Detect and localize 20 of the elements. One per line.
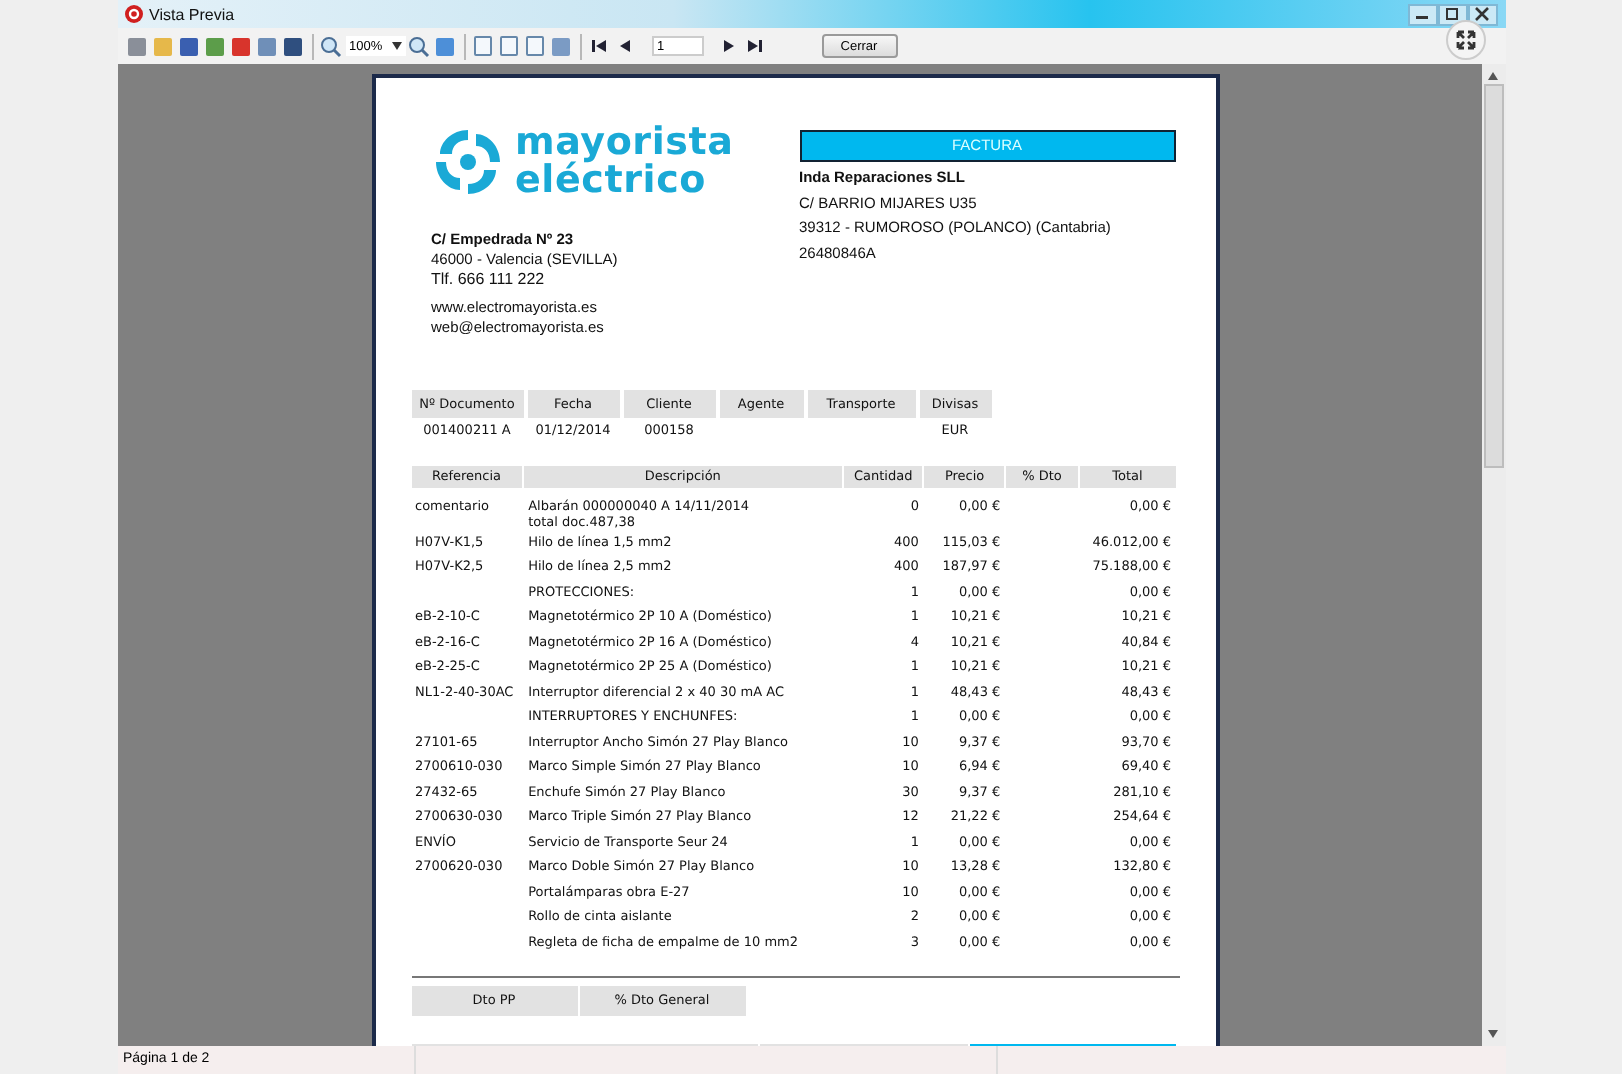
close-button[interactable] bbox=[1467, 3, 1497, 25]
window-title: Vista Previa bbox=[149, 5, 235, 23]
maximize-button[interactable] bbox=[1437, 3, 1467, 25]
logo-text: mayorista bbox=[515, 124, 734, 162]
two-pages-icon[interactable] bbox=[497, 32, 521, 60]
scroll-up-icon[interactable] bbox=[1488, 72, 1498, 80]
dropdown-caret-icon bbox=[391, 42, 401, 50]
company-phone: Tlf. 666 111 222 bbox=[431, 270, 547, 290]
zoom-out-icon[interactable] bbox=[407, 32, 431, 60]
close-icon bbox=[1474, 6, 1490, 22]
maximize-icon bbox=[1444, 6, 1460, 22]
logo-text: eléctrico bbox=[515, 162, 707, 200]
scroll-down-icon[interactable] bbox=[1488, 1030, 1498, 1038]
book-icon[interactable] bbox=[523, 32, 547, 60]
vertical-scrollbar[interactable] bbox=[1481, 64, 1505, 1046]
single-page-icon[interactable] bbox=[471, 32, 495, 60]
expand-arrows-icon bbox=[1456, 30, 1476, 50]
app-icon bbox=[123, 4, 143, 24]
zoom-in-icon[interactable] bbox=[319, 32, 343, 60]
minimize-button[interactable] bbox=[1407, 3, 1437, 25]
